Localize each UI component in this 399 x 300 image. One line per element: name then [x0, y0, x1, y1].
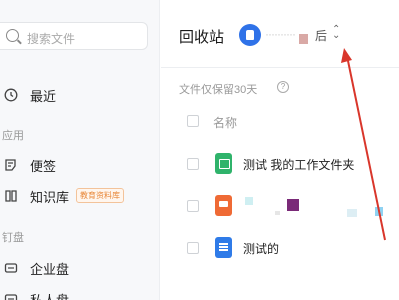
book-icon	[5, 190, 17, 202]
sidebar-item-label: 私人盘	[30, 292, 70, 300]
row-checkbox[interactable]	[187, 200, 199, 212]
search-icon	[6, 29, 19, 42]
row-checkbox[interactable]	[187, 242, 199, 254]
education-badge: 教育资料库	[76, 188, 124, 203]
row-checkbox[interactable]	[187, 158, 199, 170]
folder-icon	[215, 153, 232, 174]
redacted-block	[275, 211, 280, 215]
header: 回收站 ·········· 后 ⌃ ⌄	[161, 0, 399, 68]
redacted-block	[287, 199, 299, 211]
redacted-block	[245, 197, 253, 205]
file-name: 测试 我的工作文件夹	[243, 158, 355, 172]
redacted-block	[299, 34, 308, 44]
doc-icon	[215, 237, 232, 258]
section-disk: 钉盘	[2, 232, 24, 244]
table-row[interactable]: 测试的	[179, 227, 399, 269]
disk-icon	[4, 294, 18, 300]
table-row[interactable]: 测试 我的工作文件夹	[179, 143, 399, 185]
sidebar-item-label: 便签	[30, 158, 57, 174]
select-all-checkbox[interactable]	[187, 115, 199, 127]
avatar[interactable]	[239, 24, 261, 46]
sidebar-item-label: 知识库	[30, 189, 70, 205]
slides-icon	[215, 195, 232, 216]
redacted-block	[347, 209, 357, 217]
section-apps: 应用	[2, 130, 24, 142]
retention-note: 文件仅保留30天	[179, 84, 258, 96]
chevron-updown-icon[interactable]: ⌃ ⌄	[332, 25, 340, 41]
main-panel: 回收站 ·········· 后 ⌃ ⌄ 文件仅保留30天 ? 名称 测试 我的工…	[161, 0, 399, 300]
page-title: 回收站	[179, 29, 225, 46]
sidebar-item-label: 最近	[30, 88, 57, 104]
user-name[interactable]: ··········	[265, 27, 296, 41]
clock-icon	[4, 88, 18, 102]
redacted-block	[375, 207, 383, 216]
disk-icon	[4, 263, 18, 273]
column-header-name[interactable]: 名称	[213, 114, 237, 131]
table-row[interactable]	[179, 185, 399, 227]
sidebar: 搜索文件 最近 应用 便签 知识库 教育资料库 钉盘 企业盘 私人盘	[0, 0, 160, 300]
search-input[interactable]: 搜索文件	[0, 22, 148, 50]
sidebar-item-label: 企业盘	[30, 261, 70, 277]
file-name: 测试的	[243, 242, 280, 256]
user-name-suffix[interactable]: 后	[315, 27, 327, 44]
help-icon[interactable]: ?	[277, 81, 289, 93]
note-icon	[5, 159, 16, 171]
search-placeholder: 搜索文件	[27, 32, 76, 46]
